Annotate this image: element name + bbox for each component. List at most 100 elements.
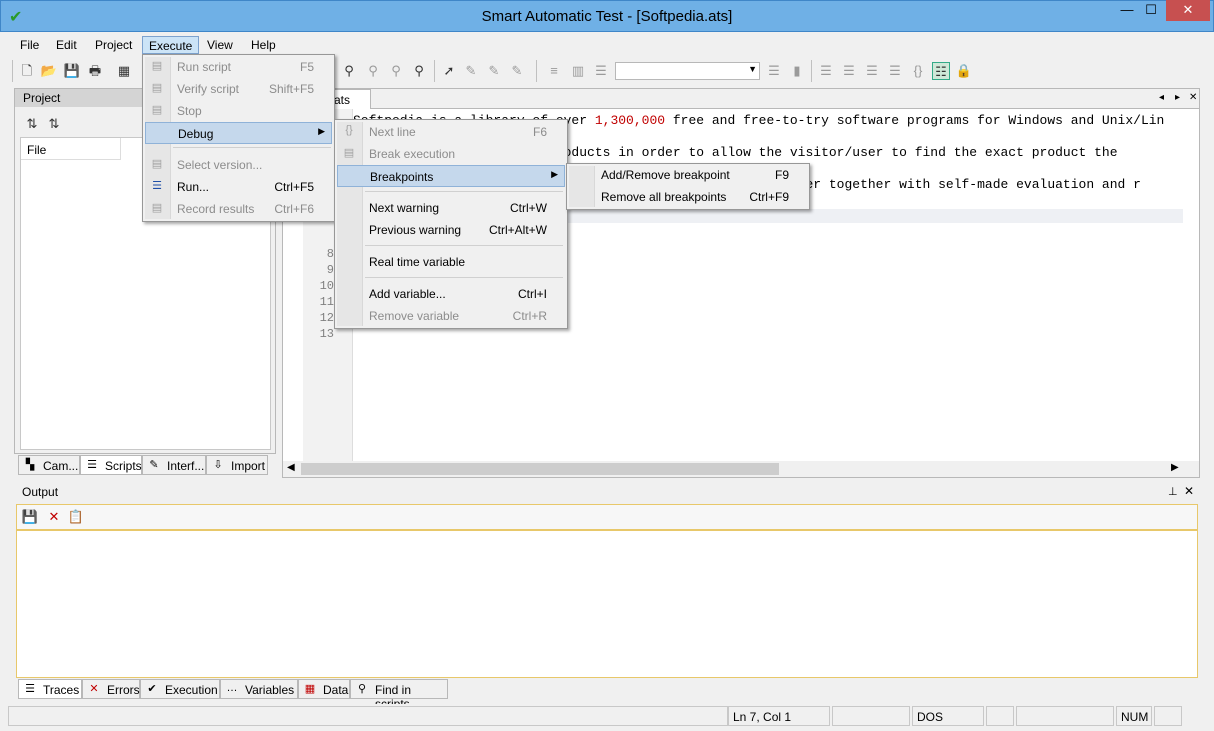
campaign-icon: ▚ bbox=[25, 459, 35, 471]
menu-stop[interactable]: ▤ Stop bbox=[145, 100, 332, 122]
editor-vertical-scrollbar[interactable] bbox=[1183, 109, 1199, 461]
find-next-icon[interactable]: ⚲ bbox=[364, 62, 382, 80]
toolbar-separator bbox=[536, 60, 537, 82]
pointer-icon[interactable]: ➚ bbox=[440, 62, 458, 80]
tab-variables[interactable]: … Variables bbox=[220, 679, 298, 699]
break-execution-icon: ▤ bbox=[343, 147, 355, 159]
tab-campaigns[interactable]: ▚ Cam... bbox=[18, 455, 80, 475]
tool-b-icon[interactable]: ✎ bbox=[485, 62, 503, 80]
clear-output-icon[interactable]: ✕ bbox=[45, 508, 63, 526]
submenu-arrow-icon: ▶ bbox=[318, 126, 325, 136]
print-icon[interactable]: 🖶 bbox=[86, 62, 104, 80]
copy-output-icon[interactable]: 📋 bbox=[67, 508, 85, 526]
menu-debug[interactable]: Debug ▶ bbox=[145, 122, 332, 144]
scroll-left-icon[interactable]: ◀ bbox=[287, 462, 295, 473]
tab-import[interactable]: ⇩ Import bbox=[206, 455, 268, 475]
tab-label: Data bbox=[323, 683, 349, 697]
menu-breakpoints[interactable]: Breakpoints ▶ bbox=[337, 165, 565, 187]
menu-add-variable[interactable]: Add variable... Ctrl+I bbox=[337, 283, 565, 305]
status-empty bbox=[832, 706, 910, 726]
tab-interfaces[interactable]: ✎ Interf... bbox=[142, 455, 206, 475]
new-file-icon[interactable]: 🗋 bbox=[18, 62, 36, 80]
status-encoding: DOS bbox=[912, 706, 984, 726]
tab-find-in-scripts[interactable]: ⚲Find in scripts bbox=[350, 679, 448, 711]
line-number: 10 bbox=[319, 279, 334, 293]
sort-up-icon[interactable]: ⇅ bbox=[45, 115, 63, 133]
menu-select-version[interactable]: ▤ Select version... bbox=[145, 154, 332, 176]
sort-down-icon[interactable]: ⇅ bbox=[23, 115, 41, 133]
status-num: NUM bbox=[1116, 706, 1152, 726]
list-icon[interactable]: ☰ bbox=[592, 62, 610, 80]
scroll-thumb[interactable] bbox=[301, 463, 779, 475]
save-output-icon[interactable]: 💾 bbox=[21, 508, 39, 526]
save-icon[interactable]: 💾 bbox=[63, 62, 81, 80]
output-panel-title: Output bbox=[22, 485, 59, 499]
toolbar-separator bbox=[12, 60, 13, 82]
menu-remove-all-breakpoints[interactable]: Remove all breakpoints Ctrl+F9 bbox=[569, 186, 807, 208]
menu-run-script[interactable]: ▤ Run script F5 bbox=[145, 56, 332, 78]
tab-close-icon[interactable]: ✕ bbox=[1189, 92, 1197, 103]
tab-execution[interactable]: ✔ Execution bbox=[140, 679, 220, 699]
line-number: 12 bbox=[319, 311, 334, 325]
replace-icon[interactable]: ⚲ bbox=[410, 62, 428, 80]
bar-chart-icon[interactable]: ▮ bbox=[788, 62, 806, 80]
toggle-panel-icon[interactable]: ☷ bbox=[932, 62, 950, 80]
menu-next-warning[interactable]: Next warning Ctrl+W bbox=[337, 197, 565, 219]
menu-view[interactable]: View bbox=[201, 36, 239, 54]
find-previous-icon[interactable]: ⚲ bbox=[387, 62, 405, 80]
output-content[interactable] bbox=[16, 530, 1198, 678]
menu-record-results[interactable]: ▤ Record results Ctrl+F6 bbox=[145, 198, 332, 220]
verify-script-icon: ▤ bbox=[151, 82, 163, 94]
tab-prev-icon[interactable]: ◂ bbox=[1159, 92, 1164, 103]
maximize-button[interactable]: ☐ bbox=[1138, 0, 1164, 21]
minimize-button[interactable]: — bbox=[1116, 0, 1138, 21]
menu-next-line[interactable]: {} Next line F6 bbox=[337, 121, 565, 143]
breakpoints-submenu: Add/Remove breakpoint F9 Remove all break… bbox=[566, 163, 810, 210]
menu-remove-variable[interactable]: Remove variable Ctrl+R bbox=[337, 305, 565, 327]
menu-real-time-variable[interactable]: Real time variable bbox=[337, 251, 565, 273]
report-icon[interactable]: ☰ bbox=[765, 62, 783, 80]
tab-label: Cam... bbox=[43, 459, 79, 473]
doc-b-icon[interactable]: ☰ bbox=[840, 62, 858, 80]
file-column-header[interactable]: File bbox=[21, 138, 121, 160]
menu-separator bbox=[365, 191, 563, 192]
menu-add-remove-breakpoint[interactable]: Add/Remove breakpoint F9 bbox=[569, 164, 807, 186]
open-folder-icon[interactable]: 📂 bbox=[40, 62, 58, 80]
menu-file[interactable]: File bbox=[14, 36, 45, 54]
scroll-right-icon[interactable]: ▶ bbox=[1171, 462, 1179, 473]
tool-c-icon[interactable]: ✎ bbox=[508, 62, 526, 80]
menu-project[interactable]: Project bbox=[89, 36, 138, 54]
data-icon: ▦ bbox=[304, 683, 316, 695]
tab-traces[interactable]: ☰ Traces bbox=[18, 679, 82, 699]
close-icon[interactable]: ✕ bbox=[1184, 484, 1194, 498]
menu-edit[interactable]: Edit bbox=[50, 36, 83, 54]
record-icon[interactable]: ▦ bbox=[115, 62, 133, 80]
pin-icon[interactable]: ⊥ bbox=[1168, 485, 1178, 498]
sort-icon[interactable]: ≡ bbox=[545, 62, 563, 80]
tab-scripts[interactable]: ☰ Scripts bbox=[80, 455, 142, 475]
tab-data[interactable]: ▦ Data bbox=[298, 679, 350, 699]
lock-icon[interactable]: 🔒 bbox=[955, 62, 973, 80]
status-position: Ln 7, Col 1 bbox=[728, 706, 830, 726]
find-binoculars-icon[interactable]: ⚲ bbox=[340, 62, 358, 80]
tab-next-icon[interactable]: ▸ bbox=[1175, 92, 1180, 103]
braces-icon[interactable]: {} bbox=[909, 62, 927, 80]
menu-run[interactable]: ☰ Run... Ctrl+F5 bbox=[145, 176, 332, 198]
close-button[interactable]: ✕ bbox=[1166, 0, 1210, 21]
editor-horizontal-scrollbar[interactable]: ◀ ▶ bbox=[283, 461, 1199, 477]
chart-icon[interactable]: ▥ bbox=[569, 62, 587, 80]
tool-a-icon[interactable]: ✎ bbox=[462, 62, 480, 80]
submenu-arrow-icon: ▶ bbox=[551, 169, 558, 179]
doc-a-icon[interactable]: ☰ bbox=[817, 62, 835, 80]
menu-execute[interactable]: Execute bbox=[142, 36, 200, 54]
doc-c-icon[interactable]: ☰ bbox=[863, 62, 881, 80]
tab-label: Interf... bbox=[167, 459, 205, 473]
menu-break-execution[interactable]: ▤ Break execution bbox=[337, 143, 565, 165]
line-number: 8 bbox=[326, 247, 334, 261]
menu-help[interactable]: Help bbox=[245, 36, 282, 54]
doc-d-icon[interactable]: ☰ bbox=[886, 62, 904, 80]
menu-verify-script[interactable]: ▤ Verify script Shift+F5 bbox=[145, 78, 332, 100]
tab-errors[interactable]: ✕ Errors bbox=[82, 679, 140, 699]
toolbar-combo[interactable]: ▼ bbox=[615, 62, 760, 80]
menu-previous-warning[interactable]: Previous warning Ctrl+Alt+W bbox=[337, 219, 565, 241]
